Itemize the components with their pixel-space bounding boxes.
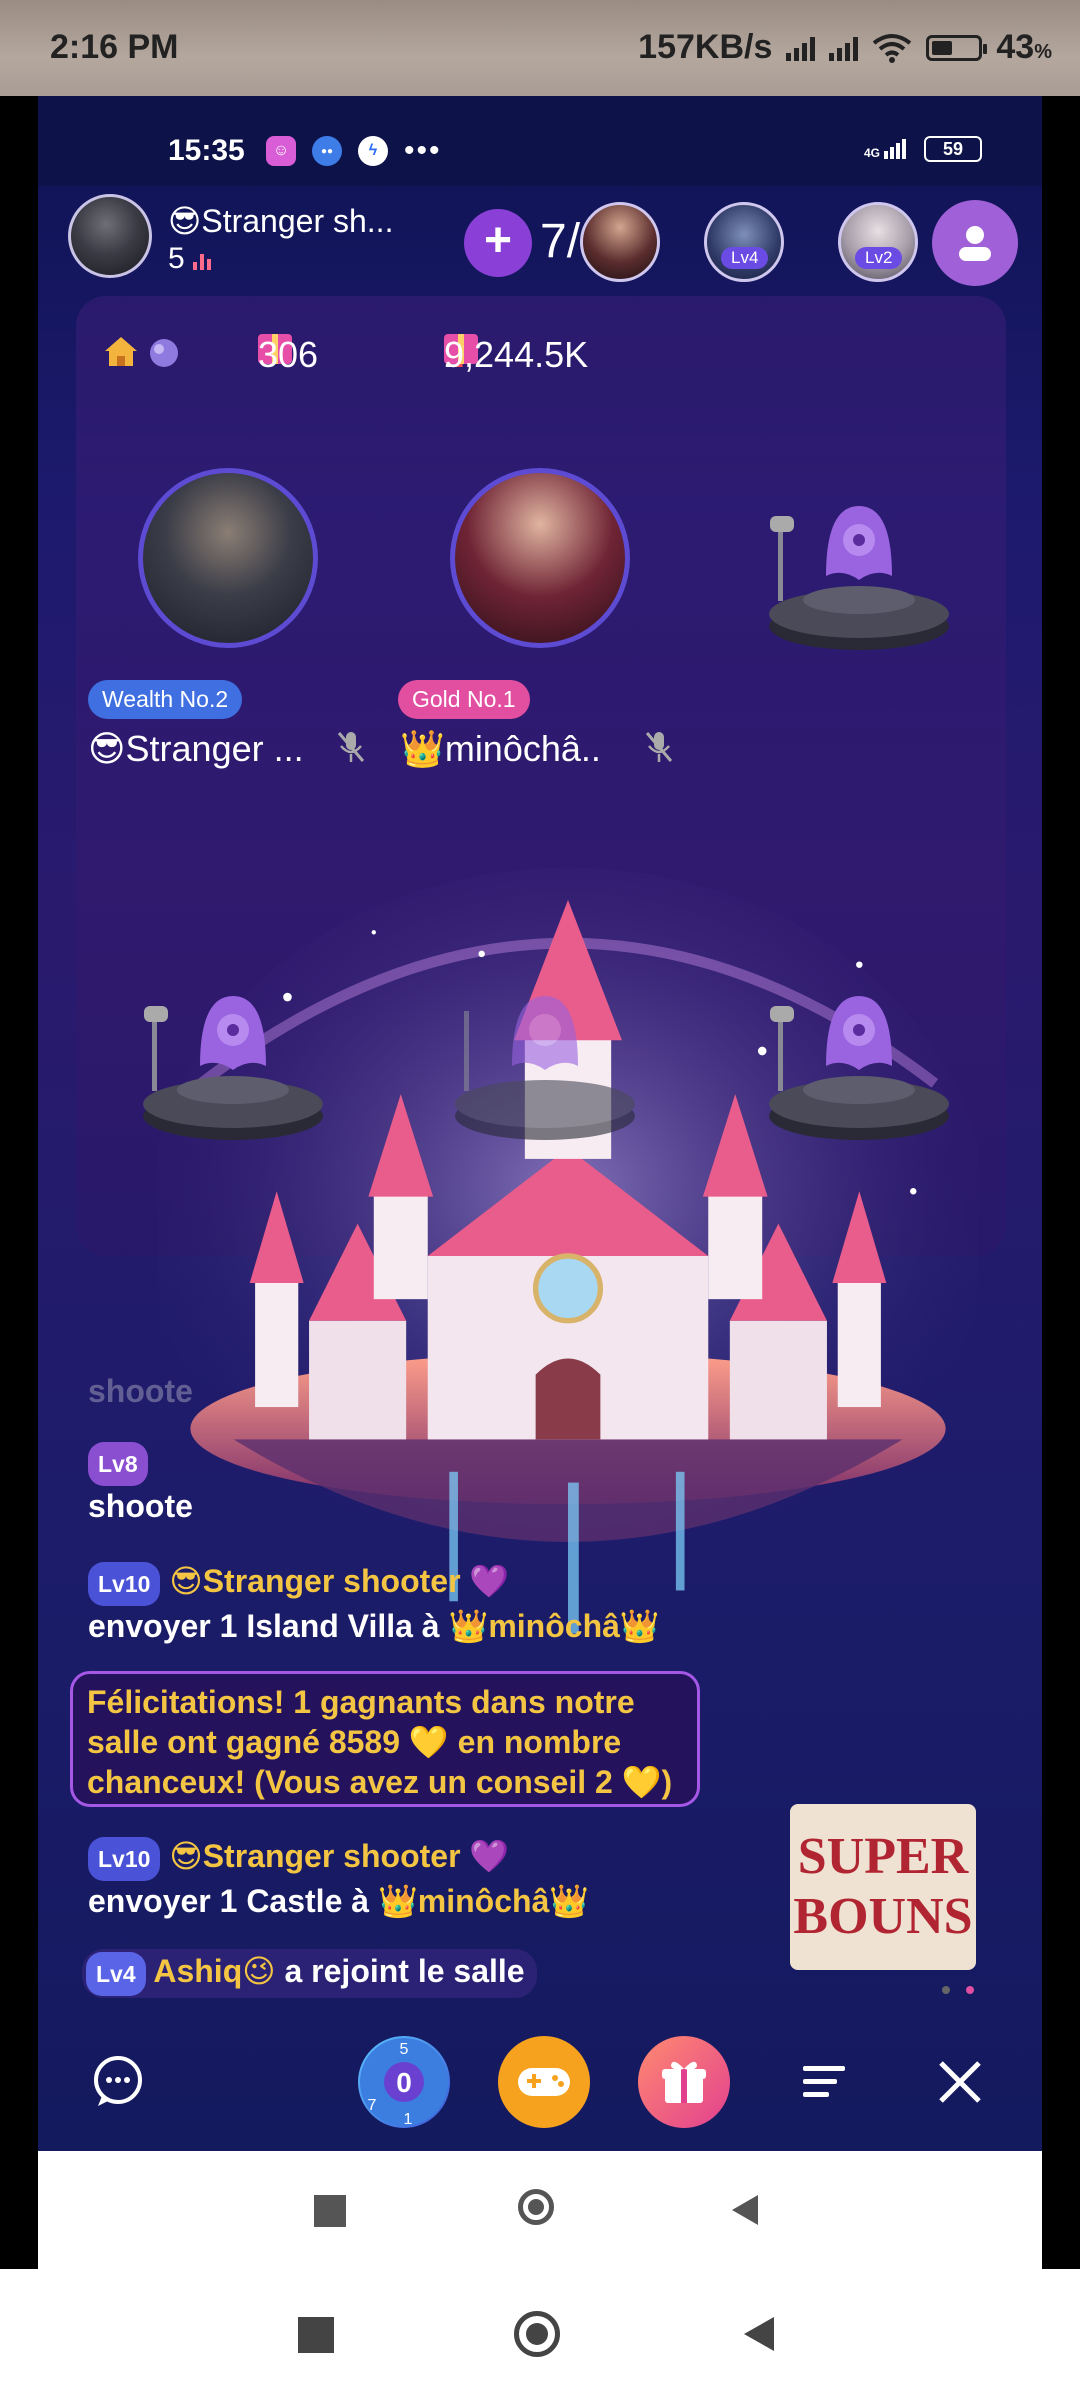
viewer-avatar[interactable] (580, 202, 660, 282)
wifi-icon (873, 33, 912, 63)
globe-icon (148, 336, 180, 378)
chat-bubble-icon (94, 2056, 142, 2106)
follow-button[interactable]: + (464, 209, 532, 277)
users-button[interactable] (932, 200, 1018, 286)
signal-icon (786, 35, 816, 61)
mic-muted-icon (645, 732, 673, 762)
chat-username[interactable]: 😎Stranger shooter 💜 (169, 1838, 509, 1874)
bottom-toolbar: 0 5 7 1 (38, 2026, 1042, 2136)
inner-signal-icon: 4G (864, 139, 906, 159)
app-screen: 15:35 ☺ ●● ϟ ••• 4G 59 😎Stranger sh... 5… (38, 96, 1042, 2151)
activity-bars-icon (192, 248, 211, 270)
game-button[interactable] (498, 2036, 590, 2128)
inner-nav-bar (38, 2151, 1042, 2269)
empty-seat[interactable] (452, 966, 638, 1146)
network-speed: 157KB/s (638, 28, 773, 66)
more-icon: ••• (404, 134, 442, 167)
level-badge: Lv8 (88, 1441, 148, 1486)
chat-username[interactable]: 😎Stranger shooter 💜 (169, 1563, 509, 1599)
back-icon[interactable] (728, 2193, 762, 2227)
empty-seat[interactable] (140, 966, 326, 1146)
recents-icon[interactable] (314, 2195, 346, 2227)
gamepad-icon (518, 2068, 570, 2096)
number-ball-icon: 0 5 7 1 (360, 2038, 448, 2128)
recents-icon[interactable] (298, 2317, 334, 2353)
home-nav-icon[interactable] (518, 2189, 554, 2225)
host-name[interactable]: 😎Stranger sh... (168, 202, 393, 240)
users-icon (959, 226, 991, 261)
super-bonus-banner[interactable]: SUPER BOUNS (790, 1804, 976, 1970)
home-nav-icon[interactable] (514, 2311, 560, 2357)
seat-name-guest[interactable]: 👑minôchâ.. (400, 728, 601, 770)
viewer-avatar[interactable]: Lv4 (704, 202, 784, 282)
seat-avatar-host[interactable] (138, 468, 318, 648)
battery-icon (926, 34, 988, 61)
svg-text:0: 0 (396, 2067, 412, 2098)
carousel-dot-active (966, 1986, 974, 1994)
svg-text:1: 1 (404, 2111, 413, 2128)
signal-icon-2 (829, 35, 859, 61)
close-icon (939, 2061, 981, 2103)
empty-seat[interactable] (766, 476, 952, 656)
chat-faded: shoote (88, 1373, 193, 1409)
chat-message: Lv10 😎Stranger shooter 💜 envoyer 1 Castl… (88, 1836, 590, 1919)
carousel-dot (942, 1986, 950, 1994)
gift-button[interactable] (638, 2036, 730, 2128)
host-online-count: 5 (168, 242, 211, 276)
chat-username[interactable]: Ashiq😉 (153, 1953, 275, 1989)
chat-app-icon: ●● (312, 136, 342, 166)
menu-button[interactable] (778, 2036, 870, 2128)
lucky-number-announcement: Félicitations! 1 gagnants dans notre sal… (70, 1671, 700, 1807)
chat-join-message: Lv4 Ashiq😉 a rejoint le salle (82, 1949, 537, 1998)
gift-icon (662, 2061, 706, 2103)
seat-name-host[interactable]: 😎Stranger ... (88, 728, 304, 770)
chat-button[interactable] (72, 2036, 164, 2128)
chat-message: Lv10 😎Stranger shooter 💜 envoyer 1 Islan… (88, 1561, 660, 1644)
level-badge: Lv10 (88, 1836, 161, 1881)
inner-clock: 15:35 (168, 134, 245, 167)
battery-level: 43% (996, 28, 1052, 66)
room-stats: 306 2 ✚ 9,244.5K (68, 326, 1008, 386)
outer-nav-bar (0, 2269, 1080, 2400)
home-icon[interactable] (102, 334, 140, 377)
outer-clock: 2:16 PM (50, 28, 179, 66)
inner-status-right: 4G 59 (864, 136, 982, 162)
gold-badge: Gold No.1 (398, 680, 530, 719)
messenger-icon: ϟ (358, 136, 388, 166)
svg-text:7: 7 (368, 2097, 377, 2114)
number-game-button[interactable]: 0 5 7 1 (358, 2036, 450, 2128)
seat-avatar-guest[interactable] (450, 468, 630, 648)
host-avatar[interactable] (68, 194, 152, 278)
level-badge: Lv4 (86, 1951, 146, 1996)
back-icon[interactable] (740, 2315, 778, 2353)
inner-status-bar: 15:35 ☺ ●● ϟ ••• 4G 59 (38, 96, 1042, 186)
svg-text:5: 5 (400, 2041, 409, 2058)
level-badge: Lv10 (88, 1561, 161, 1606)
mic-muted-icon (337, 732, 365, 762)
app-notification-icon: ☺ (266, 136, 296, 166)
empty-seat[interactable] (766, 966, 952, 1146)
outer-status-icons: 157KB/s 43% (638, 28, 1052, 67)
inner-notification-icons: ☺ ●● ϟ ••• (266, 134, 442, 168)
outer-status-bar: 2:16 PM 157KB/s 43% (0, 0, 1080, 96)
viewer-avatar[interactable]: Lv2 (838, 202, 918, 282)
inner-battery: 59 (924, 136, 982, 162)
hamburger-icon (803, 2066, 845, 2097)
wealth-badge: Wealth No.2 (88, 680, 243, 719)
close-button[interactable] (914, 2036, 1006, 2128)
chat-message: Lv8 shoote (88, 1441, 193, 1526)
room-header: 😎Stranger sh... 5 + 7/9 Lv4 Lv2 (68, 194, 1018, 286)
